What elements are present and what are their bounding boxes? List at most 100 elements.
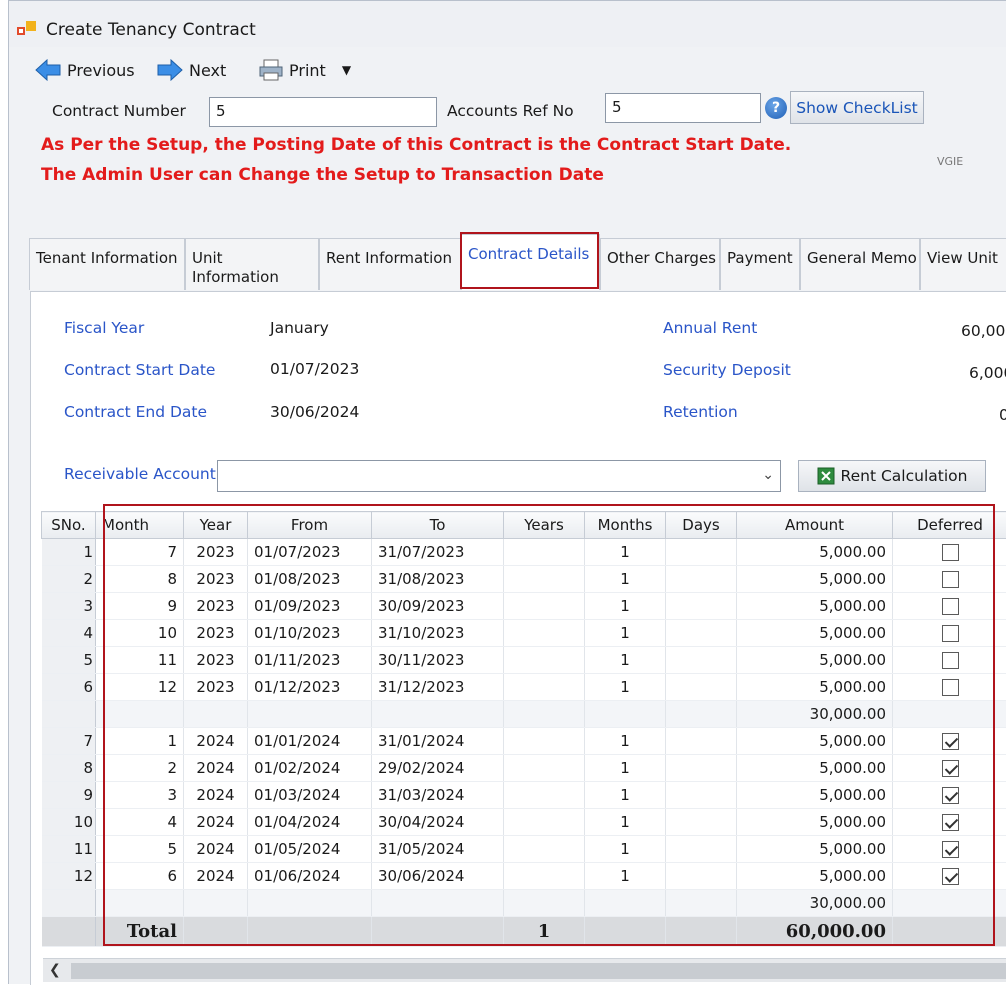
cell-amount[interactable]: 5,000.00 <box>737 647 893 674</box>
cell-year[interactable]: 2024 <box>184 728 248 755</box>
cell-from[interactable]: 01/10/2023 <box>248 620 372 647</box>
cell-days[interactable] <box>666 566 737 593</box>
tab-unit-information[interactable]: Unit Information <box>185 238 319 290</box>
cell-from[interactable]: 01/11/2023 <box>248 647 372 674</box>
cell-months[interactable]: 1 <box>585 674 666 701</box>
contract-number-field[interactable]: 5 <box>209 97 437 127</box>
cell-month[interactable]: 4 <box>96 809 184 836</box>
cell-months[interactable]: 1 <box>585 620 666 647</box>
cell-to[interactable]: 30/11/2023 <box>372 647 504 674</box>
previous-button[interactable]: Previous <box>35 57 135 83</box>
cell-years[interactable] <box>504 809 585 836</box>
cell-month[interactable]: 10 <box>96 620 184 647</box>
cell-amount[interactable]: 5,000.00 <box>737 539 893 566</box>
table-row[interactable]: 115202401/05/202431/05/202415,000.00 <box>42 836 1006 863</box>
cell-years[interactable] <box>504 620 585 647</box>
cell-months[interactable]: 1 <box>585 863 666 890</box>
table-row[interactable]: 410202301/10/202331/10/202315,000.00 <box>42 620 1006 647</box>
deferred-checkbox[interactable] <box>942 814 959 831</box>
cell-year[interactable]: 2024 <box>184 863 248 890</box>
cell-months[interactable]: 1 <box>585 755 666 782</box>
tab-rent-information[interactable]: Rent Information <box>319 238 461 290</box>
cell-amount[interactable]: 5,000.00 <box>737 809 893 836</box>
col-header-amount[interactable]: Amount <box>737 512 893 539</box>
cell-amount[interactable]: 5,000.00 <box>737 836 893 863</box>
table-row[interactable]: 511202301/11/202330/11/202315,000.00 <box>42 647 1006 674</box>
deferred-checkbox[interactable] <box>942 841 959 858</box>
tab-payment[interactable]: Payment <box>720 238 800 290</box>
cell-from[interactable]: 01/02/2024 <box>248 755 372 782</box>
cell-from[interactable]: 01/12/2023 <box>248 674 372 701</box>
col-header-from[interactable]: From <box>248 512 372 539</box>
cell-years[interactable] <box>504 674 585 701</box>
cell-amount[interactable]: 5,000.00 <box>737 728 893 755</box>
cell-from[interactable]: 01/04/2024 <box>248 809 372 836</box>
deferred-checkbox[interactable] <box>942 652 959 669</box>
cell-days[interactable] <box>666 782 737 809</box>
table-row[interactable]: 93202401/03/202431/03/202415,000.00 <box>42 782 1006 809</box>
deferred-checkbox[interactable] <box>942 787 959 804</box>
cell-year[interactable]: 2024 <box>184 782 248 809</box>
help-icon[interactable]: ? <box>765 97 787 119</box>
subtotal-row[interactable]: 30,000.00 <box>42 890 1006 917</box>
cell-months[interactable]: 1 <box>585 836 666 863</box>
cell-from[interactable]: 01/09/2023 <box>248 593 372 620</box>
cell-amount[interactable]: 5,000.00 <box>737 620 893 647</box>
cell-to[interactable]: 30/04/2024 <box>372 809 504 836</box>
cell-amount[interactable]: 5,000.00 <box>737 674 893 701</box>
cell-year[interactable]: 2024 <box>184 755 248 782</box>
cell-to[interactable]: 31/12/2023 <box>372 674 504 701</box>
tab-view-unit[interactable]: View Unit <box>920 238 1006 290</box>
cell-years[interactable] <box>504 593 585 620</box>
cell-to[interactable]: 31/07/2023 <box>372 539 504 566</box>
table-row[interactable]: 104202401/04/202430/04/202415,000.00 <box>42 809 1006 836</box>
cell-to[interactable]: 31/05/2024 <box>372 836 504 863</box>
col-header-sno[interactable]: SNo. <box>42 512 96 539</box>
table-row[interactable]: 17202301/07/202331/07/202315,000.00 <box>42 539 1006 566</box>
cell-year[interactable]: 2024 <box>184 809 248 836</box>
cell-days[interactable] <box>666 863 737 890</box>
deferred-checkbox[interactable] <box>942 679 959 696</box>
deferred-checkbox[interactable] <box>942 868 959 885</box>
cell-month[interactable]: 6 <box>96 863 184 890</box>
cell-month[interactable]: 5 <box>96 836 184 863</box>
cell-years[interactable] <box>504 566 585 593</box>
cell-year[interactable]: 2023 <box>184 593 248 620</box>
chevron-down-icon[interactable]: ⌄ <box>762 467 774 483</box>
scroll-left-icon[interactable]: ❮ <box>49 962 61 978</box>
cell-months[interactable]: 1 <box>585 809 666 836</box>
cell-month[interactable]: 7 <box>96 539 184 566</box>
table-row[interactable]: 28202301/08/202331/08/202315,000.00 <box>42 566 1006 593</box>
cell-year[interactable]: 2023 <box>184 647 248 674</box>
cell-year[interactable]: 2024 <box>184 836 248 863</box>
cell-from[interactable]: 01/08/2023 <box>248 566 372 593</box>
cell-to[interactable]: 31/03/2024 <box>372 782 504 809</box>
cell-from[interactable]: 01/06/2024 <box>248 863 372 890</box>
rent-calculation-button[interactable]: Rent Calculation <box>798 460 986 492</box>
cell-from[interactable]: 01/03/2024 <box>248 782 372 809</box>
col-header-days[interactable]: Days <box>666 512 737 539</box>
deferred-checkbox[interactable] <box>942 760 959 777</box>
cell-month[interactable]: 12 <box>96 674 184 701</box>
cell-years[interactable] <box>504 863 585 890</box>
deferred-checkbox[interactable] <box>942 544 959 561</box>
cell-months[interactable]: 1 <box>585 539 666 566</box>
cell-to[interactable]: 29/02/2024 <box>372 755 504 782</box>
tab-tenant-information[interactable]: Tenant Information <box>29 238 185 290</box>
col-header-month[interactable]: Month <box>96 512 184 539</box>
subtotal-row[interactable]: 30,000.00 <box>42 701 1006 728</box>
receivable-account-select[interactable]: ⌄ <box>217 460 781 492</box>
col-header-deferred[interactable]: Deferred <box>893 512 1006 539</box>
cell-month[interactable]: 8 <box>96 566 184 593</box>
cell-to[interactable]: 31/01/2024 <box>372 728 504 755</box>
cell-amount[interactable]: 5,000.00 <box>737 782 893 809</box>
table-row[interactable]: 612202301/12/202331/12/202315,000.00 <box>42 674 1006 701</box>
col-header-year[interactable]: Year <box>184 512 248 539</box>
cell-days[interactable] <box>666 539 737 566</box>
cell-from[interactable]: 01/01/2024 <box>248 728 372 755</box>
cell-days[interactable] <box>666 809 737 836</box>
cell-years[interactable] <box>504 755 585 782</box>
deferred-checkbox[interactable] <box>942 598 959 615</box>
cell-months[interactable]: 1 <box>585 593 666 620</box>
cell-years[interactable] <box>504 836 585 863</box>
